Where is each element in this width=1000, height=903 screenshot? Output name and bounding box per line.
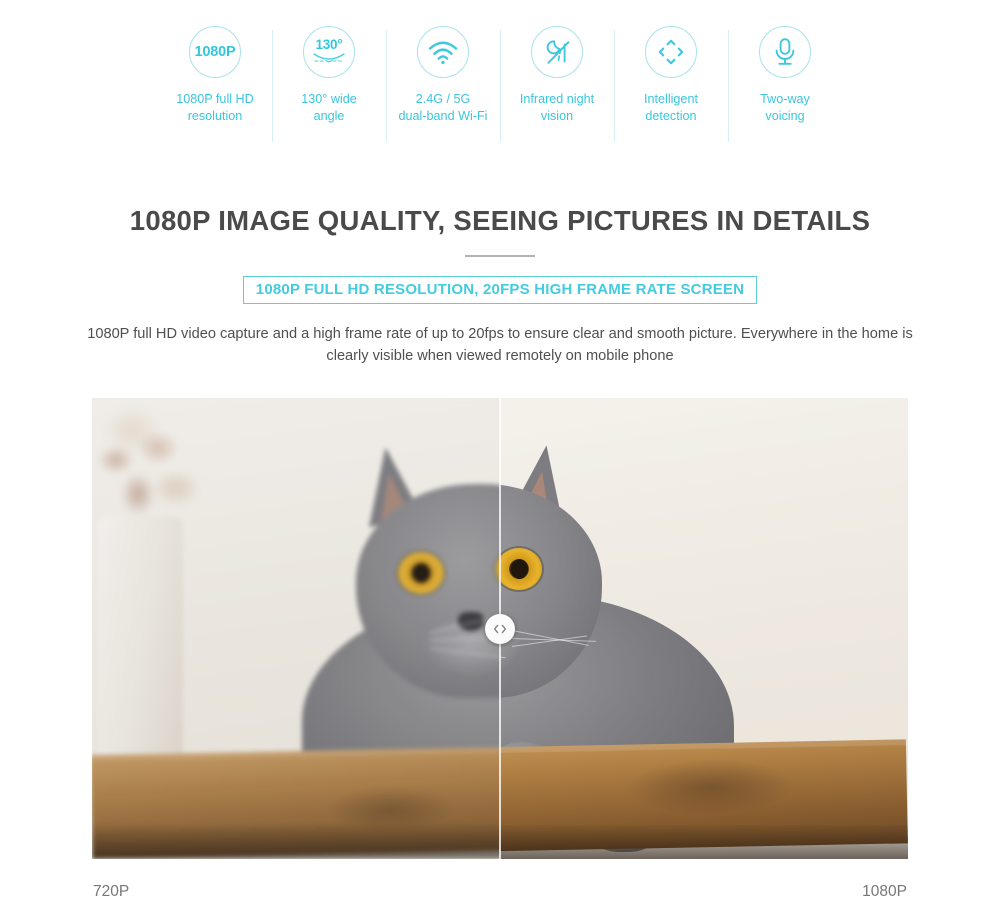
badge-container: 1080P FULL HD RESOLUTION, 20FPS HIGH FRA… [0,275,1000,304]
label-1080p: 1080P [862,882,907,900]
feature-label-line2: detection [645,108,697,123]
page-title: 1080P IMAGE QUALITY, SEEING PICTURES IN … [129,205,871,236]
feature-label-line2: dual-band Wi-Fi [398,108,488,123]
feature-label-line1: Two-way [760,92,810,106]
dried-flowers [92,407,210,550]
feature-item-detection[interactable]: Intelligent detection [615,26,728,124]
left-right-chevron-icon [493,624,507,633]
four-direction-arrows-icon [645,26,697,78]
wifi-icon [417,26,469,78]
feature-label-line2: voicing [765,108,805,123]
comparison-slider-handle[interactable] [485,613,515,644]
label-720p: 720P [93,882,130,900]
night-vision-moon-icon [531,26,583,78]
feature-label-line2: resolution [187,108,243,123]
comparison-right-1080p [500,397,908,859]
feature-item-night-vision[interactable]: Infrared night vision [501,26,614,124]
feature-label-detection: Intelligent detection [644,91,698,124]
feature-label-line2: angle [313,108,345,123]
microphone-icon [759,26,811,78]
feature-label-line1: 2.4G / 5G [415,92,471,106]
feature-strip: 1080P 1080P full HD resolution 130° 130°… [0,0,1000,158]
1080p-badge-icon: 1080P [189,26,241,78]
feature-item-wifi[interactable]: 2.4G / 5G dual-band Wi-Fi [387,26,500,124]
title-divider [465,255,535,257]
main-section: 1080P IMAGE QUALITY, SEEING PICTURES IN … [0,158,1000,901]
feature-label-line1: Intelligent [644,92,698,106]
1080p-icon-text: 1080P [194,44,236,60]
comparison-photo-area: 720P 1080P [92,397,908,901]
feature-label-two-way-voicing: Two-way voicing [760,91,810,124]
wide-angle-lens-icon: 130° [303,26,355,78]
feature-label-wide-angle: 130° wide angle [301,91,356,124]
feature-label-line1: Infrared night [519,92,595,106]
feature-label-line1: 1080P full HD [176,92,254,106]
vase [97,515,183,756]
feature-item-1080p[interactable]: 1080P 1080P full HD resolution [159,26,272,124]
feature-label-wifi: 2.4G / 5G dual-band Wi-Fi [399,91,488,124]
comparison-left-720p [92,397,500,859]
feature-label-1080p: 1080P full HD resolution [176,91,253,124]
wide-angle-icon-text: 130° [315,37,343,53]
feature-item-two-way-voicing[interactable]: Two-way voicing [729,26,842,124]
feature-label-night-vision: Infrared night vision [520,91,594,124]
spec-badge: 1080P FULL HD RESOLUTION, 20FPS HIGH FRA… [242,275,758,304]
lens-curve-icon [313,53,345,63]
description-text: 1080P full HD video capture and a high f… [87,325,913,364]
feature-label-line1: 130° wide [301,92,357,106]
feature-item-wide-angle[interactable]: 130° 130° wide angle [273,26,386,124]
comparison-labels: 720P 1080P [92,883,908,901]
comparison-slider[interactable] [92,397,908,859]
feature-label-line2: vision [540,108,574,123]
